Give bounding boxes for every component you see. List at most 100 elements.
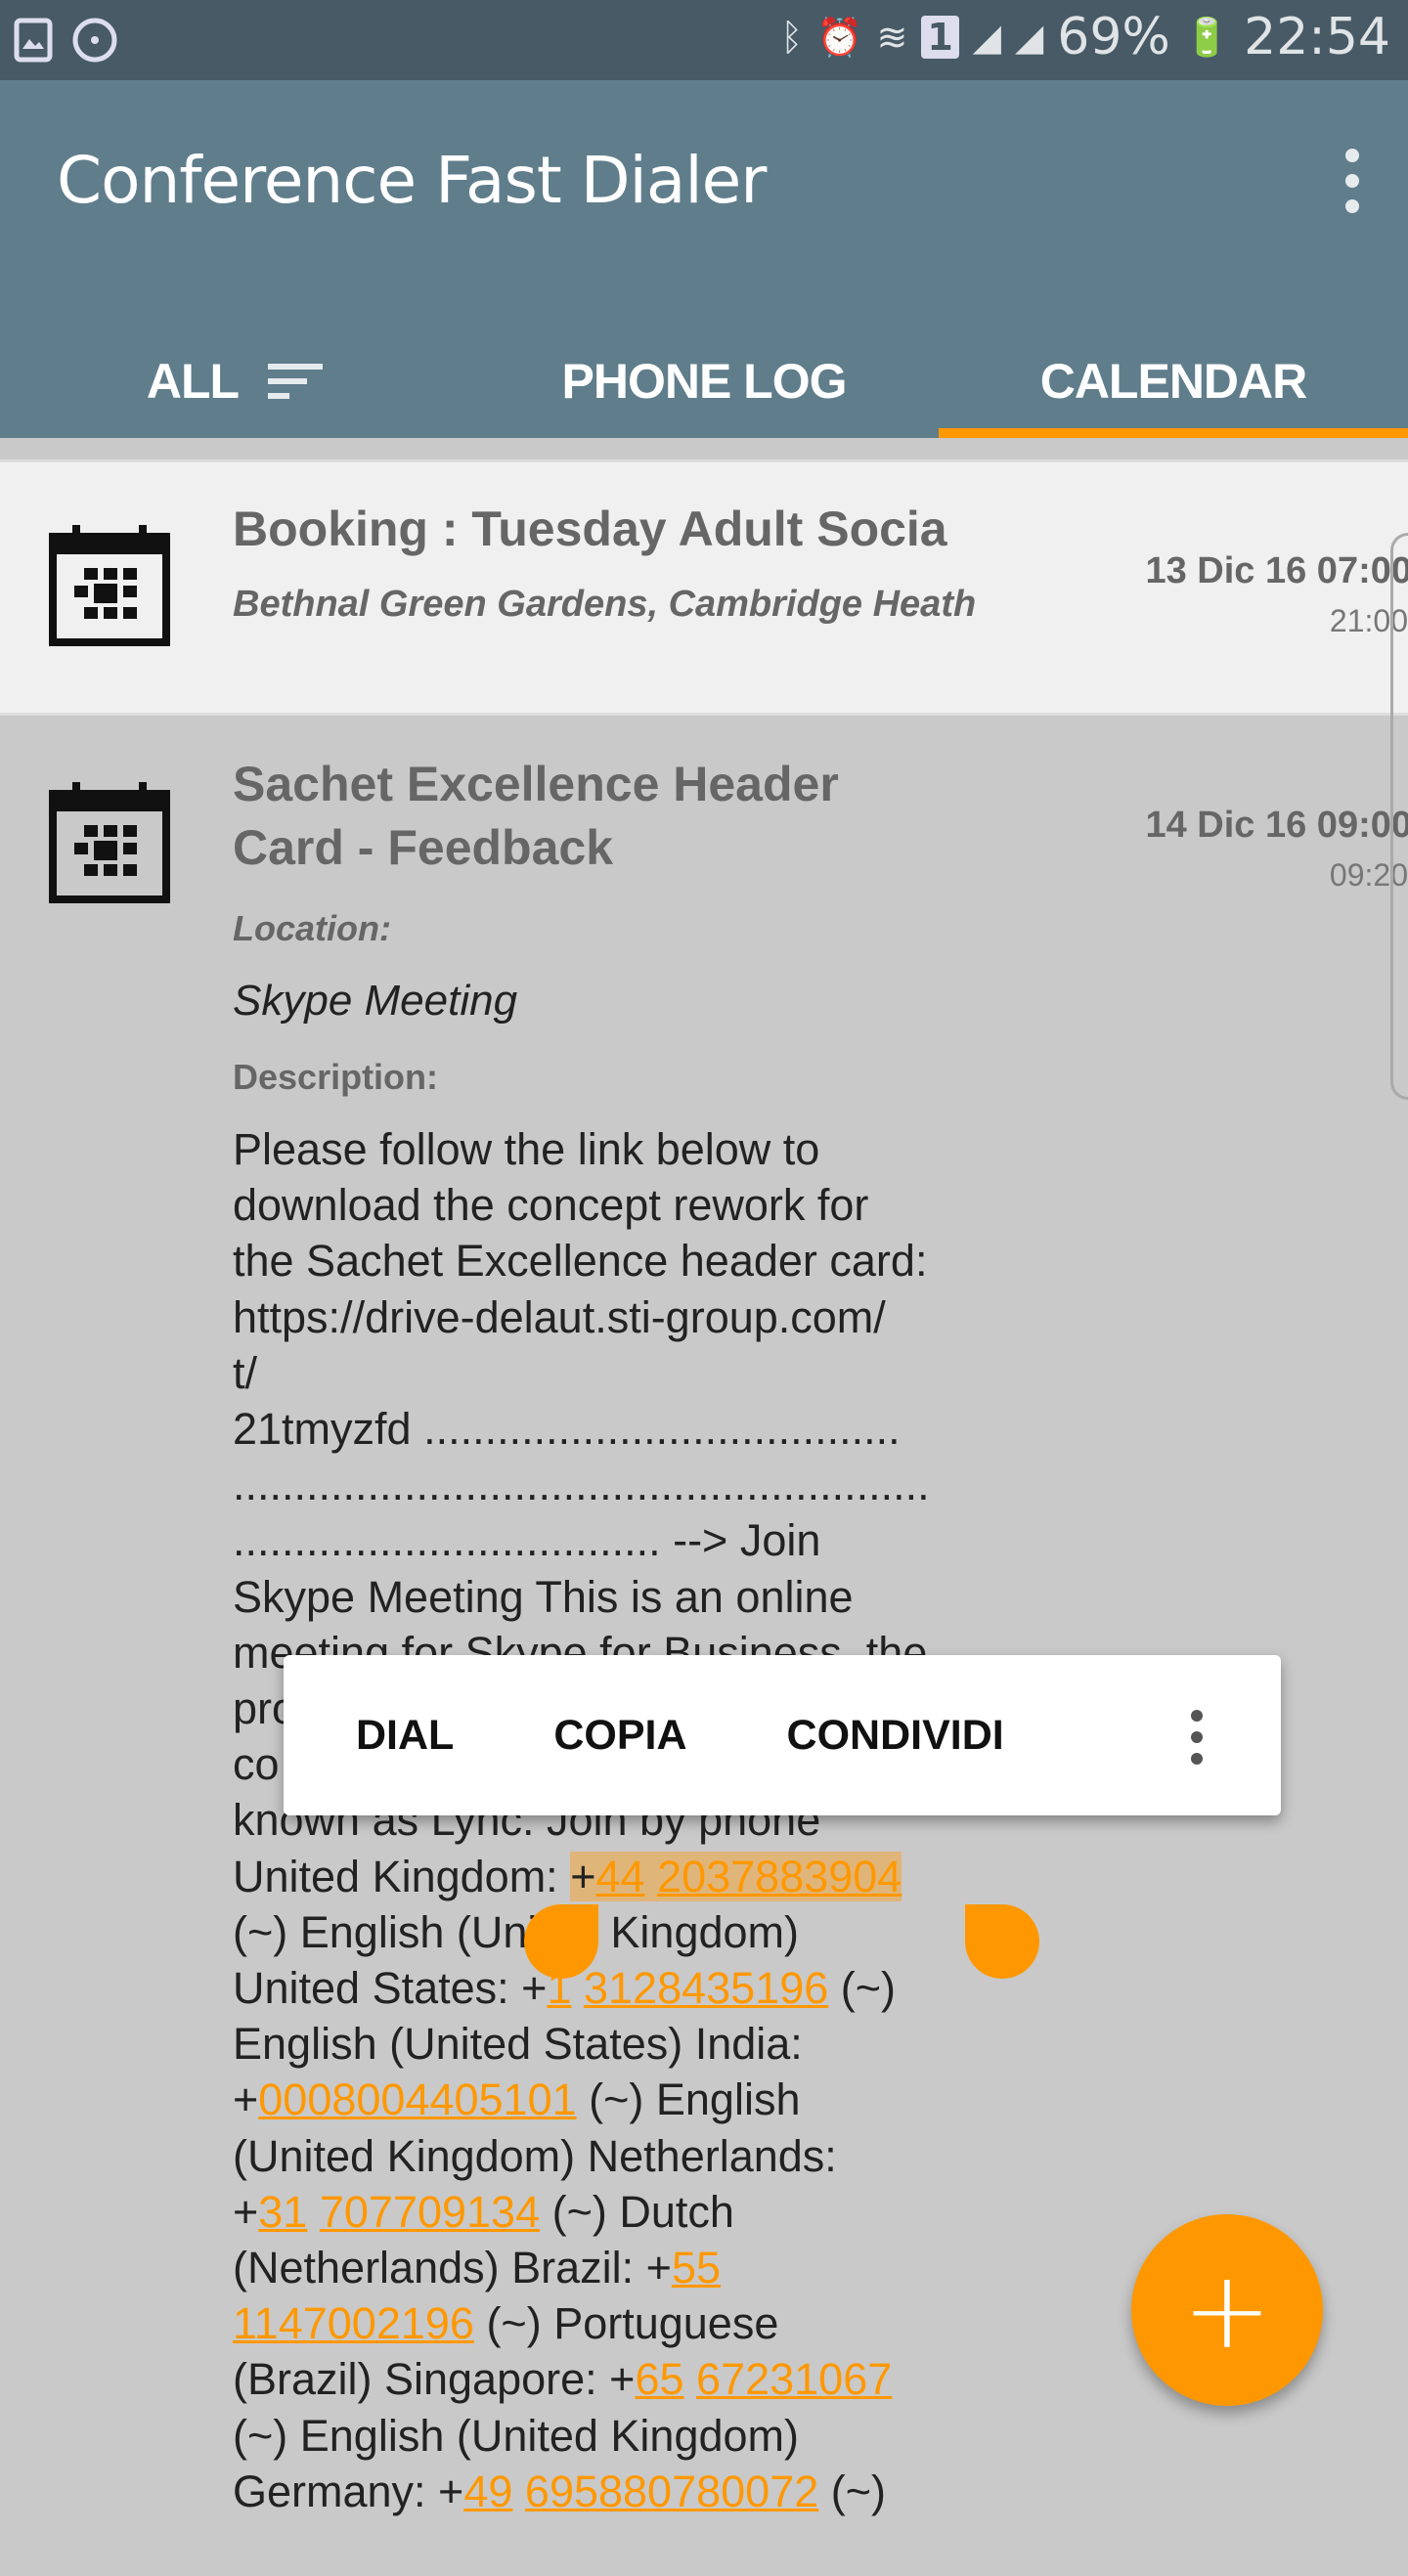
phone-number-link[interactable]: 31 — [258, 2187, 307, 2237]
wifi-icon: ≋ — [876, 16, 908, 59]
description-line: 1147002196 (~) Portuguese — [233, 2295, 930, 2351]
phone-number-link[interactable]: 55 — [672, 2243, 721, 2292]
phone-number-link[interactable]: 695880780072 — [525, 2467, 818, 2516]
description-line: (United Kingdom) Netherlands: — [233, 2128, 930, 2184]
edge-panel-handle[interactable] — [1390, 533, 1408, 1100]
phone-number-link[interactable]: 49 — [463, 2467, 512, 2516]
tab-phone-log[interactable]: PHONE LOG — [469, 325, 939, 438]
add-button[interactable]: + — [1131, 2214, 1323, 2406]
signal-icon: ◢ — [972, 16, 1001, 59]
event-location: Bethnal Green Gardens, Cambridge Heath — [233, 584, 977, 625]
phone-number-link[interactable]: 2037883904 — [657, 1851, 902, 1901]
description-line: +0008004405101 (~) English — [233, 2072, 930, 2127]
description-text: ................................... --> … — [233, 1515, 821, 1566]
selection-handle-end[interactable] — [965, 1904, 1039, 1979]
description-text: download the concept rework for — [233, 1180, 869, 1231]
share-button[interactable]: CONDIVIDI — [752, 1712, 1039, 1760]
alarm-icon: ⏰ — [816, 15, 863, 59]
description-line: the Sachet Excellence header card: — [233, 1233, 930, 1288]
description-text: https://drive-delaut.sti-group.com/ — [233, 1291, 886, 1342]
description-text: the Sachet Excellence header card: — [233, 1236, 928, 1287]
description-line: (~) English (United Kingdom) — [233, 2408, 930, 2464]
app-bar: Conference Fast Dialer ALL PHONE LOG CAL… — [0, 80, 1408, 438]
description-text — [307, 2187, 320, 2237]
phone-number-link[interactable]: 3128435196 — [584, 1963, 828, 2013]
description-line: https://drive-delaut.sti-group.com/ — [233, 1289, 930, 1345]
description-line: United Kingdom: +44 2037883904 — [233, 1849, 930, 1904]
description-text: t/ — [233, 1347, 258, 1398]
description-text: ........................................… — [233, 1460, 930, 1510]
tab-calendar[interactable]: CALENDAR — [939, 325, 1408, 438]
more-vert-icon[interactable] — [1338, 149, 1367, 213]
description-line: (Brazil) Singapore: +65 67231067 — [233, 2351, 930, 2407]
event-description: Please follow the link below to download … — [233, 1121, 930, 2519]
description-text: (United Kingdom) Netherlands: — [233, 2130, 837, 2181]
app-title: Conference Fast Dialer — [57, 143, 767, 218]
event-date: 13 Dic 16 07:00 — [1145, 550, 1408, 591]
description-text — [644, 1851, 658, 1901]
selection-handle-start[interactable] — [524, 1904, 598, 1979]
description-line: Germany: +49 695880780072 (~) — [233, 2464, 930, 2519]
description-line: ................................... --> … — [233, 1512, 930, 1568]
description-text: (~) Portuguese — [473, 2298, 779, 2349]
description-text — [512, 2467, 525, 2516]
description-text: (~) Dutch — [540, 2186, 734, 2237]
description-line: ........................................… — [233, 1457, 930, 1512]
description-text: (~) — [818, 2466, 887, 2516]
description-text: + — [233, 2074, 259, 2125]
description-text: (Brazil) Singapore: + — [233, 2354, 636, 2405]
description-text: (~) English (United Kingdom) — [233, 2410, 800, 2461]
event-title-line-1: Sachet Excellence Header — [233, 757, 839, 811]
calendar-icon — [49, 782, 170, 903]
description-text: co — [233, 1739, 280, 1790]
text-selection-menu: DIAL COPIA CONDIVIDI — [284, 1655, 1281, 1815]
phone-number-link[interactable]: 65 — [635, 2354, 683, 2404]
description-text: United Kingdom: — [233, 1851, 571, 1901]
description-text: Germany: + — [233, 2466, 464, 2516]
description-text: Please follow the link below to — [233, 1124, 820, 1174]
description-line: Please follow the link below to — [233, 1121, 930, 1177]
image-icon — [14, 18, 53, 63]
battery-percent: 69% — [1057, 8, 1170, 66]
description-line: t/ — [233, 1345, 930, 1401]
description-text — [684, 2354, 697, 2404]
description-text: (Netherlands) Brazil: + — [233, 2243, 672, 2293]
status-bar: ᛒ ⏰ ≋ 1 ◢ ◢ 69% 🔋 22:54 — [0, 0, 1408, 80]
description-text: (~) English (United Kingdom) — [233, 1906, 800, 1957]
bluetooth-icon: ᛒ — [780, 16, 804, 59]
copy-button[interactable]: COPIA — [518, 1712, 722, 1760]
tab-all[interactable]: ALL — [0, 325, 469, 438]
phone-number-link[interactable]: 0008004405101 — [258, 2074, 576, 2124]
phone-number-link[interactable]: 44 — [595, 1851, 645, 1901]
calendar-icon — [49, 525, 170, 646]
description-line: +31 707709134 (~) Dutch — [233, 2184, 930, 2240]
phone-number-link[interactable]: 707709134 — [320, 2187, 540, 2237]
description-text: (~) English — [576, 2074, 801, 2125]
roaming-signal-icon: ◢ — [1015, 16, 1044, 59]
add-icon: + — [1181, 2248, 1273, 2373]
description-line: Skype Meeting This is an online — [233, 1569, 930, 1625]
battery-charging-icon: 🔋 — [1183, 15, 1231, 59]
phone-number-link[interactable]: 67231067 — [696, 2354, 892, 2404]
description-text: English (United States) India: — [233, 2019, 803, 2070]
description-line: download the concept rework for — [233, 1177, 930, 1233]
description-text: Skype Meeting This is an online — [233, 1571, 854, 1622]
tab-bar: ALL PHONE LOG CALENDAR — [0, 325, 1408, 438]
description-text: + — [570, 1851, 596, 1901]
event-title-line-2: Card - Feedback — [233, 820, 614, 875]
description-line: English (United States) India: — [233, 2016, 930, 2072]
location-value: Skype Meeting — [233, 977, 518, 1025]
sort-icon[interactable] — [268, 364, 324, 399]
event-title: Booking : Tuesday Adult Socia — [233, 502, 947, 556]
description-line: (Netherlands) Brazil: +55 — [233, 2240, 930, 2295]
phone-number-link[interactable]: 1147002196 — [233, 2298, 474, 2348]
event-list-item[interactable]: Booking : Tuesday Adult Socia Bethnal Gr… — [0, 459, 1408, 716]
description-text: (~) — [828, 1963, 897, 2014]
clock: 22:54 — [1244, 8, 1390, 66]
description-text: 21tmyzfd ...............................… — [233, 1404, 901, 1455]
more-vert-icon[interactable] — [1191, 1710, 1203, 1765]
dial-button[interactable]: DIAL — [321, 1712, 489, 1760]
description-label: Description: — [233, 1057, 439, 1097]
description-text: United States: + — [233, 1963, 548, 2014]
description-text: + — [233, 2186, 259, 2237]
